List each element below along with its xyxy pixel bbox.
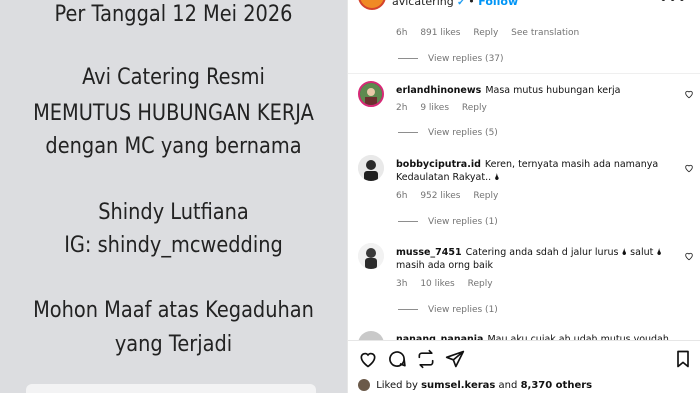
comment-likes[interactable]: 9 likes [420, 103, 449, 113]
commenter-avatar[interactable] [358, 243, 384, 269]
avatar-person-icon [358, 243, 384, 269]
like-heart-icon[interactable] [684, 163, 694, 173]
comment-time: 6h [396, 28, 408, 38]
liked-by-and: and [498, 380, 518, 391]
comment-meta: 2h 9 likes Reply [396, 103, 497, 113]
view-replies-label: View replies (1) [428, 217, 498, 227]
comment-text: Masa mutus hubungan kerja [485, 85, 621, 96]
view-replies-label: View replies (5) [428, 128, 498, 138]
author-username[interactable]: avicatering [392, 0, 454, 8]
more-options-icon[interactable]: ••• [659, 0, 687, 8]
divider [348, 340, 700, 341]
replies-dash [398, 132, 418, 133]
view-replies-button[interactable]: View replies (1) [398, 217, 498, 227]
view-replies-button[interactable]: View replies (37) [398, 54, 504, 64]
post-line-apology-2: yang Terjadi [114, 332, 233, 357]
share-send-icon[interactable] [445, 349, 465, 369]
repost-icon[interactable] [416, 349, 436, 369]
comment-body: erlandhinonews Masa mutus hubungan kerja [396, 84, 676, 97]
commenter-avatar[interactable] [358, 81, 384, 107]
comment-body: bobbyciputra.id Keren, ternyata masih ada… [396, 158, 676, 184]
avatar-person-icon [358, 155, 384, 181]
action-bar: Liked by sumsel.keras and 8,370 others [348, 340, 700, 393]
divider [348, 73, 700, 74]
commenter-username[interactable]: bobbyciputra.id [396, 159, 481, 170]
comment-meta: 3h 10 likes Reply [396, 279, 503, 289]
replies-dash [398, 221, 418, 222]
comment-likes[interactable]: 891 likes [420, 28, 460, 38]
view-replies-button[interactable]: View replies (5) [398, 128, 498, 138]
comment-body: musse_7451 Catering anda sdah d jalur lur… [396, 246, 676, 272]
replies-dash [398, 309, 418, 310]
post-image: Per Tanggal 12 Mei 2026 Avi Catering Res… [0, 0, 347, 393]
post-header: avicatering ✔ • Follow ••• [348, 0, 700, 12]
post-line-3: dengan MC yang bernama [45, 134, 302, 159]
post-line-apology-1: Mohon Maaf atas Kegaduhan [33, 298, 314, 323]
liker-avatar [358, 379, 370, 391]
comment-bubble-icon[interactable] [387, 349, 407, 369]
post-line-ig: IG: shindy_mcwedding [64, 233, 283, 258]
follow-button[interactable]: Follow [478, 0, 518, 8]
author-avatar[interactable] [358, 0, 386, 10]
commenter-username[interactable]: erlandhinonews [396, 85, 481, 96]
post-line-date: Per Tanggal 12 Mei 2026 [54, 2, 293, 27]
post-line-name: Shindy Lutfiana [98, 200, 249, 225]
like-heart-icon[interactable] [684, 89, 694, 99]
commenter-username[interactable]: musse_7451 [396, 247, 462, 258]
verified-badge-icon: ✔ [457, 0, 465, 8]
comments-panel: avicatering ✔ • Follow ••• 6h 891 likes … [347, 0, 700, 393]
post-line-2: MEMUTUS HUBUNGAN KERJA [33, 101, 314, 126]
comment-likes[interactable]: 10 likes [420, 279, 454, 289]
view-replies-button[interactable]: View replies (1) [398, 305, 498, 315]
liked-by-prefix: Liked by [376, 380, 418, 391]
comment-time: 3h [396, 279, 408, 289]
comment-meta: 6h 891 likes Reply See translation [396, 28, 589, 38]
avatar-person-icon [360, 83, 382, 105]
save-bookmark-icon[interactable] [673, 349, 693, 369]
see-translation-button[interactable]: See translation [511, 28, 579, 38]
post-line-1: Avi Catering Resmi [82, 65, 265, 90]
reply-button[interactable]: Reply [468, 279, 493, 289]
comment-likes[interactable]: 952 likes [420, 191, 460, 201]
like-heart-icon[interactable] [358, 349, 378, 369]
comment-time: 6h [396, 191, 408, 201]
reply-button[interactable]: Reply [473, 28, 498, 38]
author-line: avicatering ✔ • Follow [392, 0, 518, 8]
reply-button[interactable]: Reply [462, 103, 487, 113]
commenter-avatar[interactable] [358, 155, 384, 181]
replies-dash [398, 58, 418, 59]
liked-by-line: Liked by sumsel.keras and 8,370 others [358, 379, 592, 391]
liked-by-user[interactable]: sumsel.keras [421, 380, 495, 391]
liked-by-others[interactable]: 8,370 others [521, 380, 593, 391]
header-separator: • [468, 0, 475, 8]
comment-time: 2h [396, 103, 408, 113]
like-heart-icon[interactable] [684, 251, 694, 261]
view-replies-label: View replies (37) [428, 54, 504, 64]
comment-meta: 6h 952 likes Reply [396, 191, 508, 201]
view-replies-label: View replies (1) [428, 305, 498, 315]
reply-button[interactable]: Reply [473, 191, 498, 201]
post-bottom-card [26, 384, 316, 393]
